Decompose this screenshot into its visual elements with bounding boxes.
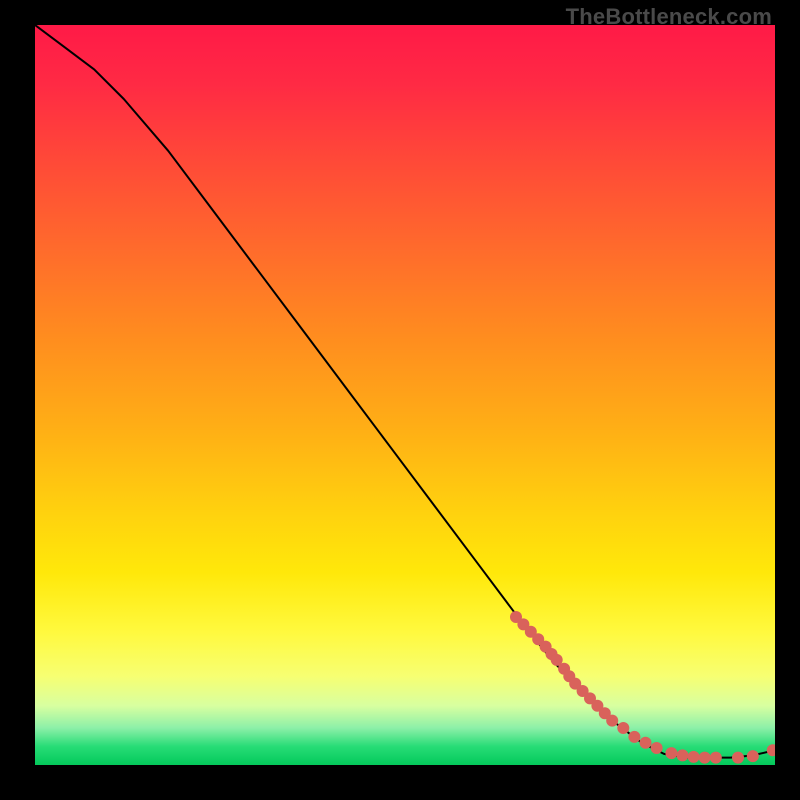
data-point: [732, 752, 744, 764]
chart-svg: [35, 25, 775, 765]
data-point: [767, 744, 775, 756]
data-point: [677, 749, 689, 761]
data-point: [606, 715, 618, 727]
data-point: [617, 722, 629, 734]
curve-line: [35, 25, 775, 758]
plot-area: [35, 25, 775, 765]
data-point: [628, 731, 640, 743]
data-point: [710, 752, 722, 764]
data-point: [699, 752, 711, 764]
chart-stage: TheBottleneck.com: [0, 0, 800, 800]
data-point: [651, 742, 663, 754]
data-point: [688, 751, 700, 763]
data-point: [665, 747, 677, 759]
data-point: [640, 737, 652, 749]
data-point: [747, 750, 759, 762]
